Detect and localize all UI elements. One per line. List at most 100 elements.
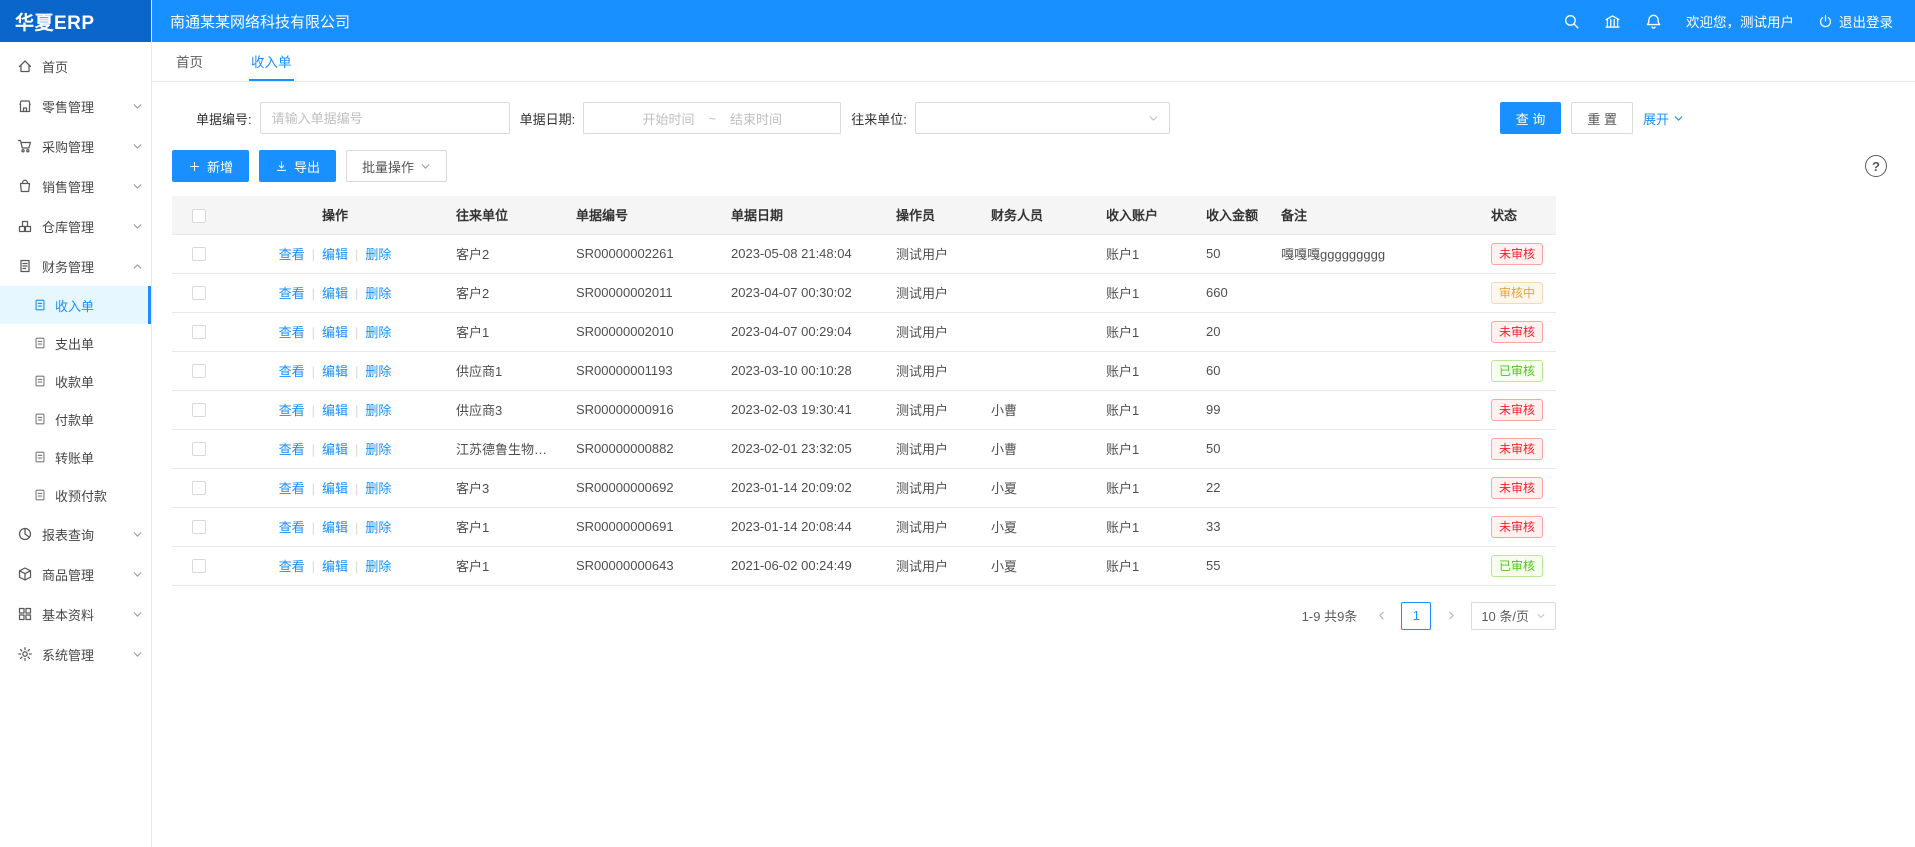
date-cell: 2023-01-14 20:08:44 bbox=[719, 507, 884, 546]
row-checkbox[interactable] bbox=[192, 286, 206, 300]
finance-cell bbox=[979, 312, 1094, 351]
edit-link[interactable]: 编辑 bbox=[322, 481, 348, 496]
sidebar-item-purchase[interactable]: 采购管理 bbox=[0, 126, 151, 166]
sidebar-subitem-receipt[interactable]: 收款单 bbox=[0, 362, 151, 400]
delete-link[interactable]: 删除 bbox=[365, 286, 391, 301]
sidebar-item-finance[interactable]: 财务管理 bbox=[0, 246, 151, 286]
row-checkbox[interactable] bbox=[192, 247, 206, 261]
view-link[interactable]: 查看 bbox=[279, 442, 305, 457]
search-icon[interactable] bbox=[1563, 13, 1580, 30]
delete-link[interactable]: 删除 bbox=[365, 325, 391, 340]
sidebar-subitem-transfer[interactable]: 转账单 bbox=[0, 438, 151, 476]
view-link[interactable]: 查看 bbox=[279, 286, 305, 301]
edit-link[interactable]: 编辑 bbox=[322, 247, 348, 262]
view-link[interactable]: 查看 bbox=[279, 247, 305, 262]
delete-link[interactable]: 删除 bbox=[365, 559, 391, 574]
amount-cell: 60 bbox=[1194, 351, 1269, 390]
add-button[interactable]: 新增 bbox=[172, 150, 249, 182]
delete-link[interactable]: 删除 bbox=[365, 442, 391, 457]
view-link[interactable]: 查看 bbox=[279, 403, 305, 418]
bell-icon[interactable] bbox=[1645, 13, 1662, 30]
help-button[interactable]: ? bbox=[1865, 155, 1887, 177]
batch-actions-button[interactable]: 批量操作 bbox=[346, 150, 447, 182]
export-button[interactable]: 导出 bbox=[259, 150, 336, 182]
sidebar-item-reports[interactable]: 报表查询 bbox=[0, 514, 151, 554]
sidebar-subitem-income[interactable]: 收入单 bbox=[0, 286, 151, 324]
delete-link[interactable]: 删除 bbox=[365, 481, 391, 496]
view-link[interactable]: 查看 bbox=[279, 364, 305, 379]
finance-cell: 小夏 bbox=[979, 468, 1094, 507]
sidebar-subitem-payment[interactable]: 付款单 bbox=[0, 400, 151, 438]
prev-page-button[interactable] bbox=[1369, 602, 1393, 630]
operator-cell: 测试用户 bbox=[884, 468, 979, 507]
finance-cell bbox=[979, 234, 1094, 273]
row-checkbox[interactable] bbox=[192, 520, 206, 534]
pie-chart-icon bbox=[17, 526, 33, 542]
operator-cell: 测试用户 bbox=[884, 234, 979, 273]
separator: | bbox=[312, 559, 315, 574]
sidebar-subitem-expense[interactable]: 支出单 bbox=[0, 324, 151, 362]
topbar-right: 欢迎您，测试用户 退出登录 bbox=[1563, 11, 1893, 31]
edit-link[interactable]: 编辑 bbox=[322, 286, 348, 301]
row-checkbox[interactable] bbox=[192, 442, 206, 456]
account-cell: 账户1 bbox=[1094, 351, 1194, 390]
page-number-1[interactable]: 1 bbox=[1401, 602, 1431, 630]
next-page-button[interactable] bbox=[1439, 602, 1463, 630]
expand-link[interactable]: 展开 bbox=[1643, 109, 1684, 128]
page-size-select[interactable]: 10 条/页 bbox=[1471, 602, 1556, 630]
edit-link[interactable]: 编辑 bbox=[322, 559, 348, 574]
sidebar-item-home[interactable]: 首页 bbox=[0, 46, 151, 86]
unit-cell: 供应商3 bbox=[444, 390, 564, 429]
view-link[interactable]: 查看 bbox=[279, 520, 305, 535]
col-status: 状态 bbox=[1479, 196, 1556, 234]
row-checkbox[interactable] bbox=[192, 481, 206, 495]
separator: | bbox=[312, 364, 315, 379]
tab-home[interactable]: 首页 bbox=[174, 42, 205, 81]
sidebar-item-basedata[interactable]: 基本资料 bbox=[0, 594, 151, 634]
welcome-user[interactable]: 欢迎您，测试用户 bbox=[1686, 11, 1794, 31]
reset-button[interactable]: 重 置 bbox=[1571, 102, 1633, 134]
edit-link[interactable]: 编辑 bbox=[322, 520, 348, 535]
edit-link[interactable]: 编辑 bbox=[322, 364, 348, 379]
sidebar-item-goods[interactable]: 商品管理 bbox=[0, 554, 151, 594]
unit-select[interactable] bbox=[915, 102, 1170, 134]
delete-link[interactable]: 删除 bbox=[365, 364, 391, 379]
sidebar-item-sales[interactable]: 销售管理 bbox=[0, 166, 151, 206]
sidebar-subitem-prepayment[interactable]: 收预付款 bbox=[0, 476, 151, 514]
number-cell: SR00000000691 bbox=[564, 507, 719, 546]
document-icon bbox=[33, 412, 47, 426]
logout-button[interactable]: 退出登录 bbox=[1818, 11, 1893, 31]
delete-link[interactable]: 删除 bbox=[365, 520, 391, 535]
view-link[interactable]: 查看 bbox=[279, 559, 305, 574]
date-range-picker[interactable]: 开始时间 ~ 结束时间 bbox=[583, 102, 841, 134]
row-checkbox[interactable] bbox=[192, 403, 206, 417]
separator: | bbox=[355, 286, 358, 301]
bag-icon bbox=[17, 178, 33, 194]
view-link[interactable]: 查看 bbox=[279, 481, 305, 496]
app-logo[interactable]: 华夏ERP bbox=[0, 0, 151, 42]
topbar: 南通某某网络科技有限公司 欢迎您，测试用户 退出登录 bbox=[152, 0, 1915, 42]
unit-cell: 客户2 bbox=[444, 234, 564, 273]
view-link[interactable]: 查看 bbox=[279, 325, 305, 340]
edit-link[interactable]: 编辑 bbox=[322, 325, 348, 340]
delete-link[interactable]: 删除 bbox=[365, 403, 391, 418]
select-all-checkbox[interactable] bbox=[192, 209, 206, 223]
bank-icon[interactable] bbox=[1604, 13, 1621, 30]
tab-income[interactable]: 收入单 bbox=[249, 42, 294, 81]
sidebar-item-retail[interactable]: 零售管理 bbox=[0, 86, 151, 126]
date-separator: ~ bbox=[708, 111, 716, 126]
sidebar-item-warehouse[interactable]: 仓库管理 bbox=[0, 206, 151, 246]
row-checkbox[interactable] bbox=[192, 364, 206, 378]
search-button[interactable]: 查 询 bbox=[1500, 102, 1562, 134]
number-input[interactable] bbox=[260, 102, 510, 134]
chevron-down-icon bbox=[132, 101, 143, 112]
col-remark: 备注 bbox=[1269, 196, 1479, 234]
amount-cell: 55 bbox=[1194, 546, 1269, 585]
chevron-up-icon bbox=[132, 261, 143, 272]
row-checkbox[interactable] bbox=[192, 325, 206, 339]
edit-link[interactable]: 编辑 bbox=[322, 403, 348, 418]
delete-link[interactable]: 删除 bbox=[365, 247, 391, 262]
row-checkbox[interactable] bbox=[192, 559, 206, 573]
edit-link[interactable]: 编辑 bbox=[322, 442, 348, 457]
sidebar-item-system[interactable]: 系统管理 bbox=[0, 634, 151, 674]
